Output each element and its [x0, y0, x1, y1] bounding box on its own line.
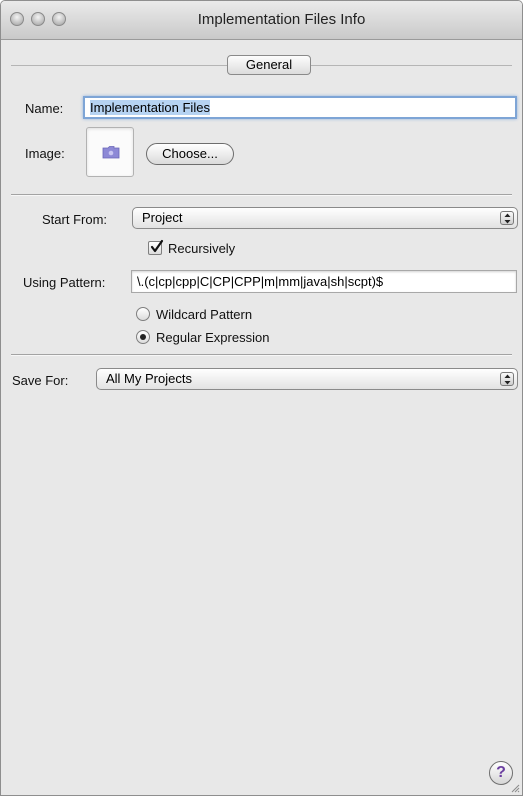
window-title: Implementation Files Info — [197, 11, 366, 28]
start-from-value: Project — [142, 210, 183, 225]
tab-general[interactable]: General — [227, 55, 311, 75]
save-for-value: All My Projects — [106, 371, 192, 386]
radio-selected-dot — [140, 334, 146, 340]
folder-icon — [102, 146, 120, 159]
start-from-label: Start From: — [42, 212, 108, 227]
choose-image-button[interactable]: Choose... — [146, 143, 234, 165]
using-pattern-field[interactable]: \.(c|cp|cpp|C|CP|CPP|m|mm|java|sh|scpt)$ — [131, 270, 517, 293]
info-window: Implementation Files Info General Name: … — [0, 0, 523, 796]
image-well[interactable] — [86, 127, 134, 177]
recursively-label: Recursively — [168, 241, 236, 256]
save-for-popup[interactable]: All My Projects — [96, 368, 518, 390]
recursively-checkbox[interactable] — [148, 239, 164, 255]
name-field[interactable]: Implementation Files — [83, 96, 517, 119]
separator-bottom — [11, 354, 512, 356]
regular-expression-radio[interactable] — [136, 330, 150, 344]
popup-arrows-icon — [500, 372, 514, 386]
checkmark-icon — [150, 239, 164, 253]
wildcard-pattern-label: Wildcard Pattern — [156, 307, 253, 322]
popup-arrows-icon — [500, 211, 514, 225]
regular-expression-label: Regular Expression — [156, 330, 270, 345]
resize-grip-icon[interactable] — [510, 783, 520, 793]
save-for-label: Save For: — [12, 373, 69, 388]
help-button[interactable]: ? — [489, 761, 513, 785]
wildcard-pattern-radio[interactable] — [136, 307, 150, 321]
name-label: Name: — [25, 101, 64, 116]
start-from-popup[interactable]: Project — [132, 207, 518, 229]
using-pattern-label: Using Pattern: — [23, 275, 106, 290]
title-bar[interactable]: Implementation Files Info — [1, 1, 522, 40]
image-label: Image: — [25, 146, 65, 161]
help-icon: ? — [496, 764, 506, 781]
name-field-value: Implementation Files — [90, 100, 210, 115]
separator-top — [11, 194, 512, 196]
